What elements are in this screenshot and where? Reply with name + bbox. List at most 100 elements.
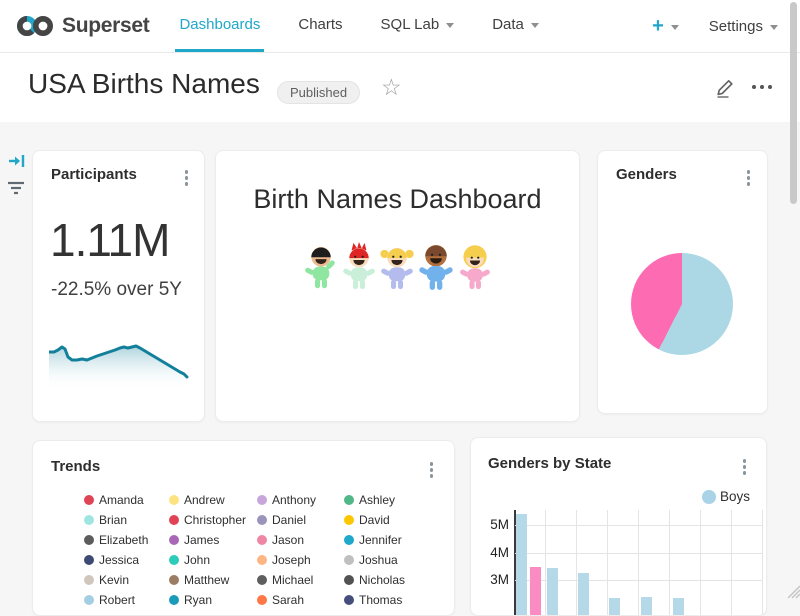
new-item-button[interactable]: + (652, 16, 679, 36)
legend-swatch (169, 535, 179, 545)
legend-label: David (359, 513, 390, 527)
legend-swatch (84, 595, 94, 605)
legend-item-elizabeth[interactable]: Elizabeth (84, 530, 169, 550)
legend-label: Elizabeth (99, 533, 148, 547)
arrow-to-bar-icon (8, 152, 26, 170)
legend-swatch (257, 595, 267, 605)
filter-bar-collapsed-button[interactable] (7, 179, 25, 202)
legend-swatch (84, 495, 94, 505)
more-actions-button[interactable] (752, 85, 772, 89)
gridline-v (762, 510, 763, 616)
settings-menu[interactable]: Settings (709, 18, 778, 35)
resize-handle-icon[interactable] (785, 583, 800, 604)
dot (743, 471, 747, 475)
chart-menu-kebab[interactable] (741, 457, 749, 477)
legend-label: Christopher (184, 513, 246, 527)
dot (430, 462, 434, 466)
bar-boys (673, 598, 684, 616)
dot (760, 85, 764, 89)
vertical-scrollbar-thumb[interactable] (790, 2, 797, 204)
legend-item-brian[interactable]: Brian (84, 510, 169, 530)
legend-item-james[interactable]: James (169, 530, 257, 550)
favorite-star-icon[interactable]: ☆ (381, 74, 402, 101)
trends-legend: AmandaAndrewAnthonyAshley Brian Christophe… (84, 490, 454, 610)
dot (743, 459, 747, 463)
legend-swatch (169, 575, 179, 585)
legend-swatch (257, 575, 267, 585)
legend-label: Ryan (184, 593, 212, 607)
legend-item-john[interactable]: John (169, 550, 257, 570)
trends-card: Trends AmandaAndrewAnthonyAshleyBrianChr… (32, 440, 455, 616)
legend-item-robert[interactable]: Robert (84, 590, 169, 610)
markdown-card: Birth Names Dashboard (215, 150, 580, 422)
chart-title: Genders (616, 166, 677, 183)
dashboard-header: USA Births Names Published ☆ (0, 52, 800, 122)
legend-label: John (184, 553, 210, 567)
legend-label: Thomas (359, 593, 402, 607)
nav-item-charts[interactable]: Charts (294, 0, 346, 52)
nav-right: + Settings (652, 0, 778, 52)
edit-dashboard-button[interactable] (714, 76, 738, 105)
big-number-value: 1.11M (50, 217, 169, 263)
legend-item-matthew[interactable]: Matthew (169, 570, 257, 590)
legend-item-thomas[interactable]: Thomas (344, 590, 454, 610)
dot (768, 85, 772, 89)
legend-swatch (169, 555, 179, 565)
legend-item-joshua[interactable]: Joshua (344, 550, 454, 570)
genders-by-state-card: Genders by State Boys 5M4M3M (470, 437, 767, 616)
big-number-subheader: -22.5% over 5Y (51, 279, 182, 301)
nav-item-sql-lab[interactable]: SQL Lab (377, 0, 459, 52)
legend-item-david[interactable]: David (344, 510, 454, 530)
published-badge[interactable]: Published (277, 81, 360, 104)
dot (747, 182, 751, 186)
legend-item-anthony[interactable]: Anthony (257, 490, 344, 510)
legend-item-ryan[interactable]: Ryan (169, 590, 257, 610)
gridline-v (576, 510, 577, 616)
boy-dark-hair-green-emoji (302, 240, 339, 292)
chart-menu-kebab[interactable] (428, 460, 436, 480)
legend-item-daniel[interactable]: Daniel (257, 510, 344, 530)
dot (430, 474, 434, 478)
legend-label: Brian (99, 513, 127, 527)
dot (185, 182, 189, 186)
legend-swatch (257, 535, 267, 545)
expand-filter-bar-button[interactable] (8, 152, 26, 175)
chevron-down-icon (770, 25, 778, 30)
dot (185, 170, 189, 174)
boy-brown-hair-blue-emoji (416, 239, 455, 292)
top-nav: Superset Dashboards Charts SQL Lab Data … (0, 0, 800, 53)
legend-item-nicholas[interactable]: Nicholas (344, 570, 454, 590)
nav-item-data[interactable]: Data (488, 0, 543, 52)
legend-swatch (169, 595, 179, 605)
markdown-title: Birth Names Dashboard (216, 184, 579, 215)
genders-pie-chart (631, 253, 733, 355)
legend-item-andrew[interactable]: Andrew (169, 490, 257, 510)
legend-item-jennifer[interactable]: Jennifer (344, 530, 454, 550)
girl-red-hair-mint-emoji (340, 240, 377, 292)
legend-label: Jessica (99, 553, 139, 567)
legend-swatch (257, 515, 267, 525)
bar-boys (578, 573, 589, 616)
legend-item-kevin[interactable]: Kevin (84, 570, 169, 590)
legend-item-christopher[interactable]: Christopher (169, 510, 257, 530)
nav-item-dashboards[interactable]: Dashboards (175, 0, 264, 52)
chart-title: Participants (51, 166, 137, 183)
legend-item-ashley[interactable]: Ashley (344, 490, 454, 510)
gridline-v (607, 510, 608, 616)
legend-item-jessica[interactable]: Jessica (84, 550, 169, 570)
legend-label: Jennifer (359, 533, 402, 547)
superset-logo[interactable]: Superset (16, 0, 149, 52)
legend-item-amanda[interactable]: Amanda (84, 490, 169, 510)
nav-menu: Dashboards Charts SQL Lab Data (175, 0, 572, 52)
chart-menu-kebab[interactable] (183, 168, 191, 188)
legend-item-boys[interactable]: Boys (702, 489, 750, 504)
chart-menu-kebab[interactable] (745, 168, 753, 188)
legend-item-michael[interactable]: Michael (257, 570, 344, 590)
legend-label: Matthew (184, 573, 229, 587)
legend-item-joseph[interactable]: Joseph (257, 550, 344, 570)
legend-item-jason[interactable]: Jason (257, 530, 344, 550)
legend-swatch (344, 495, 354, 505)
legend-swatch (344, 555, 354, 565)
legend-item-sarah[interactable]: Sarah (257, 590, 344, 610)
legend-swatch (84, 515, 94, 525)
